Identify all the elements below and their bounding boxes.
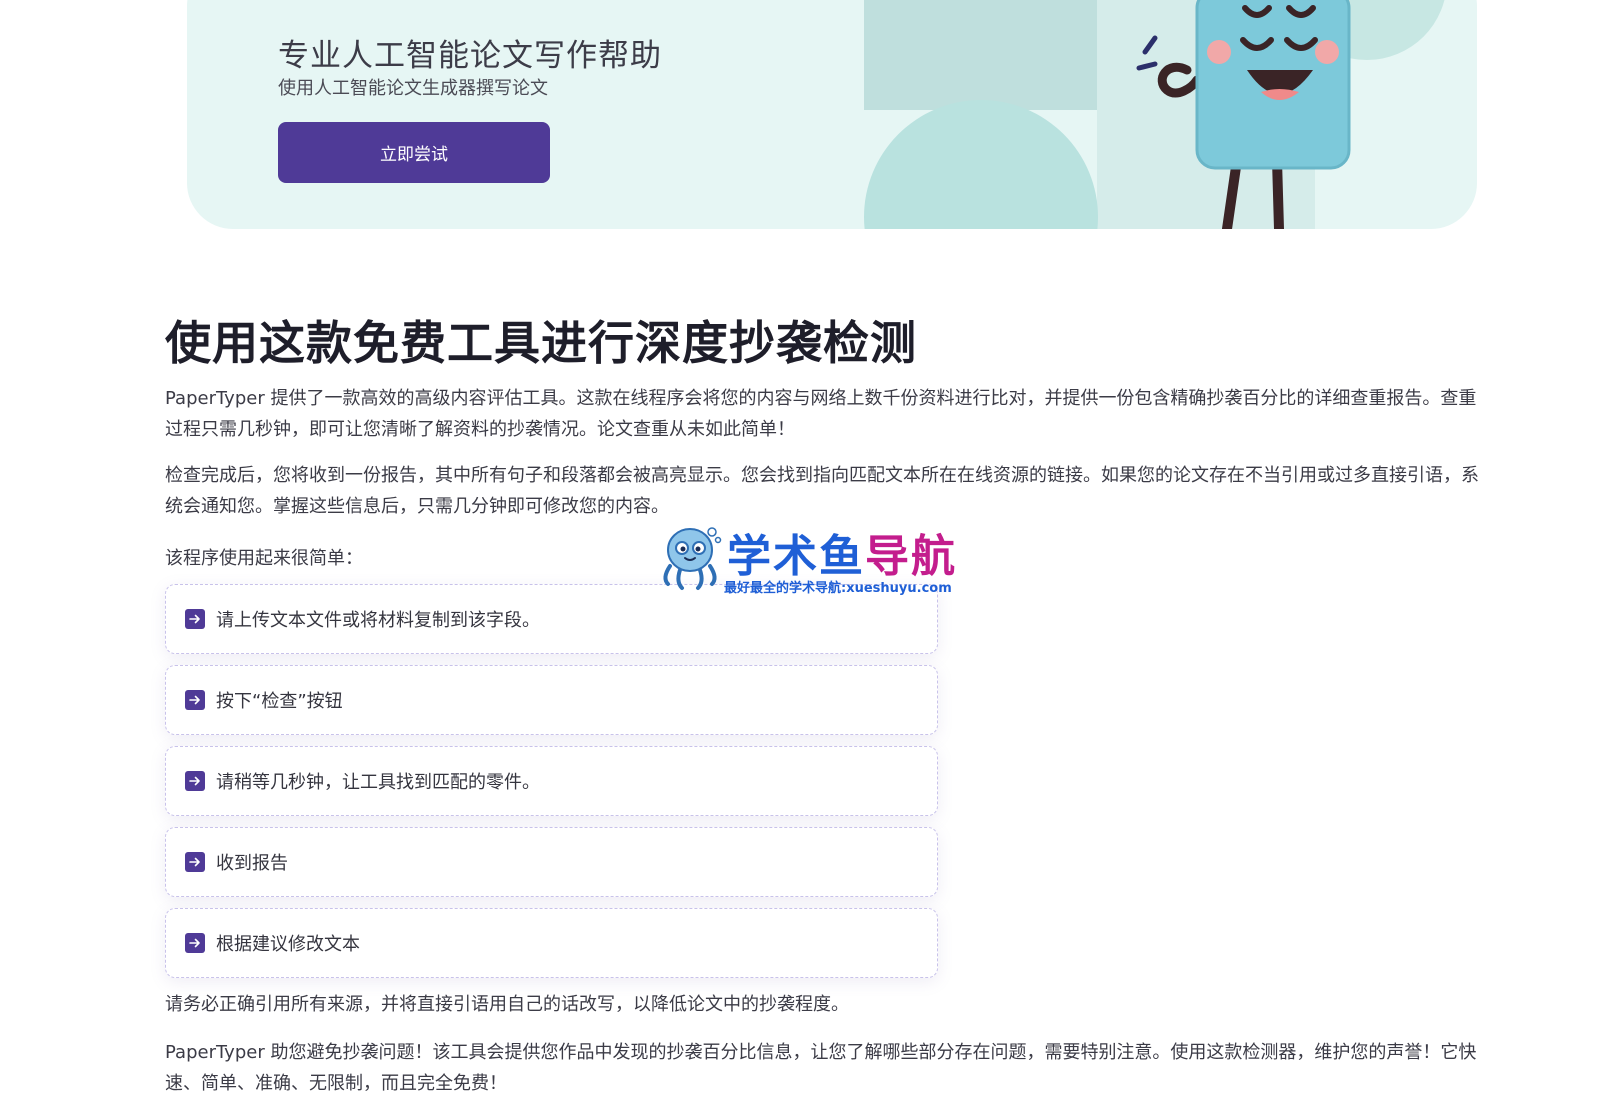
arrow-right-icon: [185, 852, 205, 872]
main-content: 使用这款免费工具进行深度抄袭检测 PaperTyper 提供了一款高效的高级内容…: [165, 315, 1490, 1099]
arrow-right-icon: [185, 933, 205, 953]
watermark-logo: 学术鱼导航 最好最全的学术导航:xueshuyu.com: [654, 522, 984, 598]
arrow-right-icon: [185, 690, 205, 710]
watermark-title-part2: 导航: [865, 531, 957, 582]
step-label: 按下“检查”按钮: [216, 691, 343, 712]
step-item: 收到报告: [165, 827, 938, 897]
step-item: 按下“检查”按钮: [165, 665, 938, 735]
banner-title: 专业人工智能论文写作帮助: [278, 38, 662, 74]
step-label: 请上传文本文件或将材料复制到该字段。: [216, 610, 540, 631]
watermark-title-part1: 学术鱼: [727, 531, 865, 582]
step-item: 请稍等几秒钟，让工具找到匹配的零件。: [165, 746, 938, 816]
description-paragraph: PaperTyper 提供了一款高效的高级内容评估工具。这款在线程序会将您的内容…: [165, 388, 1477, 440]
banner-subtitle: 使用人工智能论文生成器撰写论文: [278, 78, 548, 99]
arrow-right-icon: [185, 771, 205, 791]
description-paragraph: 检查完成后，您将收到一份报告，其中所有句子和段落都会被高亮显示。您会找到指向匹配…: [165, 465, 1479, 517]
octopus-icon: [663, 527, 722, 590]
steps-list: 请上传文本文件或将材料复制到该字段。 按下“检查”按钮 请稍等几秒钟，让工具找到…: [165, 584, 938, 978]
watermark-title: 学术鱼导航: [727, 520, 957, 584]
step-item: 根据建议修改文本: [165, 908, 938, 978]
page-heading: 使用这款免费工具进行深度抄袭检测: [165, 316, 917, 370]
step-label: 收到报告: [216, 853, 288, 874]
step-label: 根据建议修改文本: [216, 934, 360, 955]
step-label: 请稍等几秒钟，让工具找到匹配的零件。: [216, 772, 540, 793]
try-now-button[interactable]: 立即尝试: [278, 122, 550, 183]
citation-advice: 请务必正确引用所有来源，并将直接引语用自己的话改写，以降低论文中的抄袭程度。: [165, 994, 849, 1015]
watermark-tagline: 最好最全的学术导航:xueshuyu.com: [724, 581, 952, 596]
arrow-right-icon: [185, 609, 205, 629]
promo-banner: 专业人工智能论文写作帮助 使用人工智能论文生成器撰写论文 立即尝试: [187, 0, 1477, 229]
closing-paragraph: PaperTyper 助您避免抄袭问题！该工具会提供您作品中发现的抄袭百分比信息…: [165, 1042, 1477, 1094]
mascot-illustration: [1136, 0, 1351, 229]
